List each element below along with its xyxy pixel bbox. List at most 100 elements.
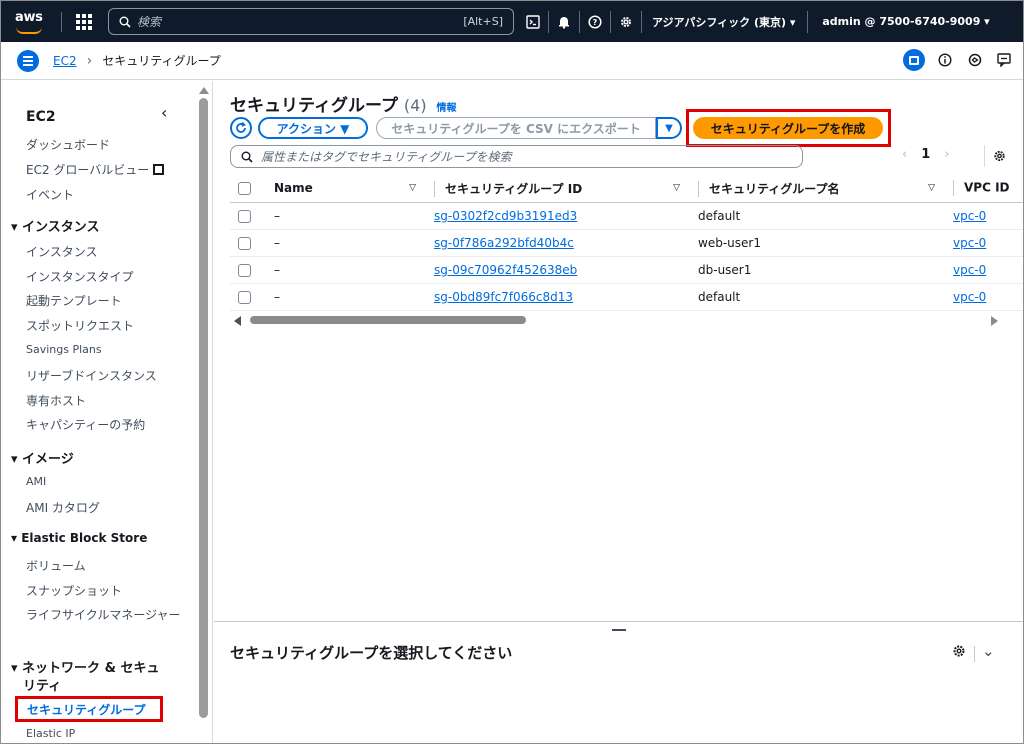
sidebar-item-reserved-instances[interactable]: リザーブドインスタンス [26,367,157,384]
sidebar-item-elastic-ip[interactable]: Elastic IP [26,727,75,740]
status-circle-icon[interactable] [965,50,985,70]
cell-name: – [266,229,426,257]
sidebar-item-spot-requests[interactable]: スポットリクエスト [26,317,134,334]
search-icon [119,16,131,28]
side-navigation: EC2 ‹ ダッシュボード EC2 グローバルビュー イベント ▾ インスタンス… [1,81,213,743]
table-row[interactable]: – sg-0302f2cd9b3191ed3 default vpc-0 [230,202,1023,230]
table-row[interactable]: – sg-09c70962f452638eb db-user1 vpc-0 [230,256,1023,284]
sort-icon[interactable]: ▽ [673,183,680,193]
sidebar-item-ami[interactable]: AMI [26,475,46,488]
pagination-page[interactable]: 1 [921,147,930,162]
row-checkbox[interactable] [238,263,251,277]
row-checkbox[interactable] [238,209,251,223]
security-groups-table: Name ▽ セキュリティグループ ID ▽ セキュリティグループ名 ▽ VPC ID… [230,175,1023,311]
sidebar-item-label: EC2 グローバルビュー [26,163,150,177]
sidebar-item-global-view[interactable]: EC2 グローバルビュー [26,161,165,178]
sidebar-item-events[interactable]: イベント [26,186,74,203]
cell-group-name: default [690,283,945,311]
security-group-id-link[interactable]: sg-0bd89fc7f066c8d13 [434,290,573,304]
sidebar-item-savings-plans[interactable]: Savings Plans [26,343,102,356]
sidebar-item-dedicated-hosts[interactable]: 専有ホスト [26,392,86,409]
vpc-id-link[interactable]: vpc-0 [953,236,986,250]
breadcrumb-ec2-link[interactable]: EC2 [53,54,77,68]
vpc-id-link[interactable]: vpc-0 [953,263,986,277]
split-panel-icon[interactable] [903,49,925,71]
sidebar-section-images[interactable]: ▾ イメージ [11,448,74,467]
export-dropdown-toggle[interactable]: ▼ [656,117,682,139]
column-header-id[interactable]: セキュリティグループ ID ▽ [426,175,690,203]
sidebar-item-instance-types[interactable]: インスタンスタイプ [26,268,134,285]
global-search-input[interactable]: 検索 [Alt+S] [108,8,514,35]
column-header-vpc[interactable]: VPC ID [945,175,1023,203]
actions-dropdown-button[interactable]: アクション ▼ [258,117,368,139]
sidebar-item-dashboard[interactable]: ダッシュボード [26,136,110,153]
split-panel-settings-gear-icon[interactable] [952,644,966,662]
chat-feedback-icon[interactable] [995,50,1015,70]
vpc-id-link[interactable]: vpc-0 [953,209,986,223]
column-header-group-name[interactable]: セキュリティグループ名 ▽ [690,175,945,203]
column-header-name[interactable]: Name ▽ [266,175,426,203]
row-checkbox[interactable] [238,236,251,250]
sidebar-item-label: セキュリティグループ [27,702,146,717]
notification-bell-icon[interactable] [549,7,579,37]
sidebar-item-snapshots[interactable]: スナップショット [26,582,122,599]
sidebar-item-security-groups[interactable]: セキュリティグループ [15,696,163,722]
sidebar-item-instances[interactable]: インスタンス [26,243,98,260]
sort-icon[interactable]: ▽ [409,183,416,193]
split-panel-resize-handle[interactable] [612,629,626,631]
sidebar-section-instances[interactable]: ▾ インスタンス [11,216,100,235]
chevron-down-icon[interactable]: ⌄ [982,642,995,660]
sidebar-item-lifecycle-manager[interactable]: ライフサイクルマネージャー [26,606,186,625]
region-selector[interactable]: アジアパシフィック (東京) ▾ [652,14,795,30]
help-icon[interactable]: ? [580,7,610,37]
filter-search-input[interactable]: 属性またはタグでセキュリティグループを検索 [230,145,803,168]
refresh-button[interactable] [230,117,252,139]
export-csv-button[interactable]: セキュリティグループを CSV にエクスポート [376,117,656,139]
account-menu[interactable]: admin @ 7500-6740-9009 ▾ [822,15,989,28]
select-all-checkbox[interactable] [238,182,251,196]
table-preferences-gear-icon[interactable] [984,145,1006,167]
sidebar-section-network-line2[interactable]: リティ [23,675,61,694]
scroll-thumb[interactable] [250,316,526,324]
scroll-left-arrow[interactable] [234,316,241,326]
info-link[interactable]: 情報 [436,103,456,114]
sort-icon[interactable]: ▽ [928,183,935,193]
sidebar-section-ebs[interactable]: ▾ Elastic Block Store [11,531,147,545]
scroll-right-arrow[interactable] [991,316,998,326]
breadcrumb-bar: EC2 › セキュリティグループ [1,42,1023,80]
sidebar-scrollbar[interactable] [199,87,209,737]
divider [807,10,809,33]
svg-text:?: ? [593,18,598,27]
cell-name: – [266,256,426,284]
create-security-group-button[interactable]: セキュリティグループを作成 [693,117,883,139]
column-group-name-label: セキュリティグループ名 [709,181,840,196]
table-row[interactable]: – sg-0bd89fc7f066c8d13 default vpc-0 [230,283,1023,311]
cloudshell-icon[interactable] [518,7,548,37]
security-group-id-link[interactable]: sg-0f786a292bfd40b4c [434,236,574,250]
security-group-id-link[interactable]: sg-09c70962f452638eb [434,263,577,277]
divider [61,11,62,32]
table-row[interactable]: – sg-0f786a292bfd40b4c web-user1 vpc-0 [230,229,1023,257]
pagination-next-icon[interactable]: › [944,147,949,162]
sidebar-item-launch-templates[interactable]: 起動テンプレート [26,292,122,309]
external-link-icon [153,164,165,175]
services-grid-icon[interactable] [76,13,92,30]
split-panel-title: セキュリティグループを選択してください [230,644,513,662]
vpc-id-link[interactable]: vpc-0 [953,290,986,304]
sidebar-section-network[interactable]: ▾ ネットワーク & セキュ [11,657,159,676]
table-horizontal-scrollbar[interactable] [230,315,1006,326]
sidebar-item-volumes[interactable]: ボリューム [26,557,86,574]
aws-logo[interactable]: aws [13,7,51,37]
sidebar-item-capacity-reservations[interactable]: キャパシティーの予約 [26,416,145,433]
hamburger-menu-icon[interactable] [17,49,39,72]
security-group-id-link[interactable]: sg-0302f2cd9b3191ed3 [434,209,577,223]
row-checkbox[interactable] [238,290,251,304]
split-panel: セキュリティグループを選択してください ⌄ [214,621,1023,743]
pagination-prev-icon[interactable]: ‹ [902,147,907,162]
sidebar-item-ami-catalog[interactable]: AMI カタログ [26,499,100,516]
search-icon [241,151,253,163]
settings-gear-icon[interactable] [611,7,641,37]
cell-group-name: default [690,202,945,230]
sidebar-collapse-icon[interactable]: ‹ [161,103,167,122]
info-circle-icon[interactable] [935,50,955,70]
